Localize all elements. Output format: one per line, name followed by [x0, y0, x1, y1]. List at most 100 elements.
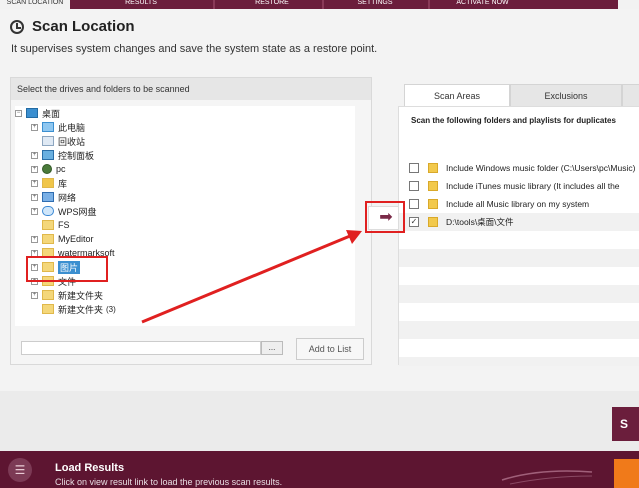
expand-icon[interactable]: + [31, 193, 38, 201]
title-row: Scan Location [10, 18, 135, 35]
scan-area-label: Include all Music library on my system [446, 199, 590, 209]
browse-button[interactable]: ... [261, 341, 283, 355]
network-icon [42, 192, 54, 202]
tree-node-label: 库 [58, 178, 68, 189]
checkbox[interactable]: ✓ [409, 217, 419, 227]
folder-icon [42, 290, 54, 300]
tree-node-label: 回收站 [58, 136, 86, 147]
tree-node-label: pc [56, 164, 66, 174]
top-nav: SCAN LOCATION RESULTS RESTORE SETTINGS A… [0, 0, 639, 9]
expand-icon[interactable]: + [31, 165, 38, 173]
page-title: Scan Location [32, 18, 135, 35]
tree-node-new-folder[interactable]: + 新建文件夹 [31, 288, 103, 302]
empty-row [399, 249, 639, 267]
tab-scan-location[interactable]: SCAN LOCATION [0, 0, 70, 9]
highlight-box-pictures [26, 256, 108, 282]
tab-activate-now[interactable]: ACTIVATE NOW [430, 0, 535, 9]
folder-icon [42, 234, 54, 244]
collapse-icon[interactable]: − [15, 109, 22, 117]
control-panel-icon [42, 150, 54, 160]
scan-tabs: Scan Areas Exclusions [404, 84, 639, 106]
tab-more[interactable] [622, 84, 639, 106]
highlight-box-arrow [365, 201, 405, 233]
expand-icon[interactable]: + [31, 123, 38, 131]
folder-icon [428, 163, 438, 173]
add-to-list-button[interactable]: Add to List [296, 338, 364, 360]
load-results-description[interactable]: Click on view result link to load the pr… [55, 477, 282, 487]
tab-divider-1 [213, 0, 215, 9]
folder-icon [428, 217, 438, 227]
scan-areas-panel: Scan Areas Exclusions Scan the following… [398, 77, 639, 366]
tree-node-library[interactable]: + 库 [31, 176, 67, 190]
checkbox[interactable] [409, 199, 419, 209]
tab-restore[interactable]: RESTORE [222, 0, 322, 9]
user-icon [42, 164, 52, 174]
load-results-title: Load Results [55, 462, 125, 474]
expand-icon[interactable]: + [31, 291, 38, 299]
drives-folders-panel: Select the drives and folders to be scan… [10, 77, 372, 365]
empty-row [399, 321, 639, 339]
tab-results[interactable]: RESULTS [106, 0, 176, 9]
tree-node-label: 新建文件夹 [58, 290, 104, 301]
page-subtitle: It supervises system changes and save th… [11, 43, 378, 55]
tree-node-recycle-bin[interactable]: 回收站 [42, 134, 85, 148]
tree-node-label: 此电脑 [58, 122, 86, 133]
tree-node-desktop[interactable]: − 桌面 [15, 106, 60, 120]
folder-icon [428, 181, 438, 191]
scan-area-row[interactable]: Include all Music library on my system [399, 195, 639, 213]
tree-node-label: 桌面 [42, 108, 61, 119]
scan-area-label: Include iTunes music library (It include… [446, 181, 620, 191]
scan-area-row[interactable]: ✓ D:\tools\桌面\文件 [399, 213, 639, 231]
tree-node-label: FS [58, 220, 70, 230]
panel-header: Select the drives and folders to be scan… [11, 78, 371, 100]
tab-scan-areas[interactable]: Scan Areas [404, 84, 510, 106]
empty-row [399, 285, 639, 303]
tree-node-wps-cloud[interactable]: + WPS网盘 [31, 204, 97, 218]
recycle-bin-icon [42, 136, 54, 146]
path-input[interactable] [21, 341, 261, 355]
scan-areas-header: Scan the following folders and playlists… [411, 116, 616, 125]
view-results-button[interactable] [614, 459, 639, 488]
cloud-icon [42, 206, 54, 216]
desktop-icon [26, 108, 38, 118]
folder-icon [428, 199, 438, 209]
expand-icon[interactable]: + [31, 151, 38, 159]
tab-exclusions[interactable]: Exclusions [510, 84, 622, 106]
tree-node-myeditor[interactable]: + MyEditor [31, 232, 94, 246]
tab-extra[interactable] [618, 0, 639, 9]
scan-area-label: D:\tools\桌面\文件 [446, 217, 514, 227]
tree-node-suffix: (3) [106, 304, 116, 314]
tree-node-network[interactable]: + 网络 [31, 190, 76, 204]
expand-icon[interactable]: + [31, 179, 38, 187]
expand-icon[interactable]: + [31, 235, 38, 243]
scan-areas-list: Scan the following folders and playlists… [398, 106, 639, 366]
folder-icon [42, 304, 54, 314]
load-results-bar: ☰ Load Results Click on view result link… [0, 451, 639, 488]
tree-node-new-folder-3[interactable]: 新建文件夹 (3) [42, 302, 116, 316]
tab-divider-2 [322, 0, 324, 9]
library-icon [42, 178, 54, 188]
tree-node-label: WPS网盘 [58, 206, 97, 217]
checkbox[interactable] [409, 163, 419, 173]
folder-icon [42, 220, 54, 230]
expand-icon[interactable]: + [31, 207, 38, 215]
tree-node-pc-user[interactable]: + pc [31, 162, 66, 176]
checkbox[interactable] [409, 181, 419, 191]
scan-area-row[interactable]: Include Windows music folder (C:\Users\p… [399, 159, 639, 177]
computer-icon [42, 122, 54, 132]
empty-row [399, 357, 639, 366]
tree-node-control-panel[interactable]: + 控制面板 [31, 148, 94, 162]
tree-node-this-pc[interactable]: + 此电脑 [31, 120, 85, 134]
tree-node-label: 网络 [58, 192, 77, 203]
tree-node-label: 控制面板 [58, 150, 95, 161]
list-icon: ☰ [8, 458, 32, 482]
folder-tree[interactable]: − 桌面 + 此电脑 回收站 + 控制面板 + pc + 库 + 网络 + WP… [15, 106, 355, 326]
swoosh-decoration [501, 470, 593, 485]
tree-node-label: 新建文件夹 [58, 304, 104, 315]
scan-button[interactable]: S [612, 407, 639, 441]
tree-node-fs[interactable]: FS [42, 218, 70, 232]
clock-icon [10, 19, 24, 34]
tree-node-label: MyEditor [58, 234, 94, 244]
scan-area-row[interactable]: Include iTunes music library (It include… [399, 177, 639, 195]
tab-settings[interactable]: SETTINGS [330, 0, 420, 9]
